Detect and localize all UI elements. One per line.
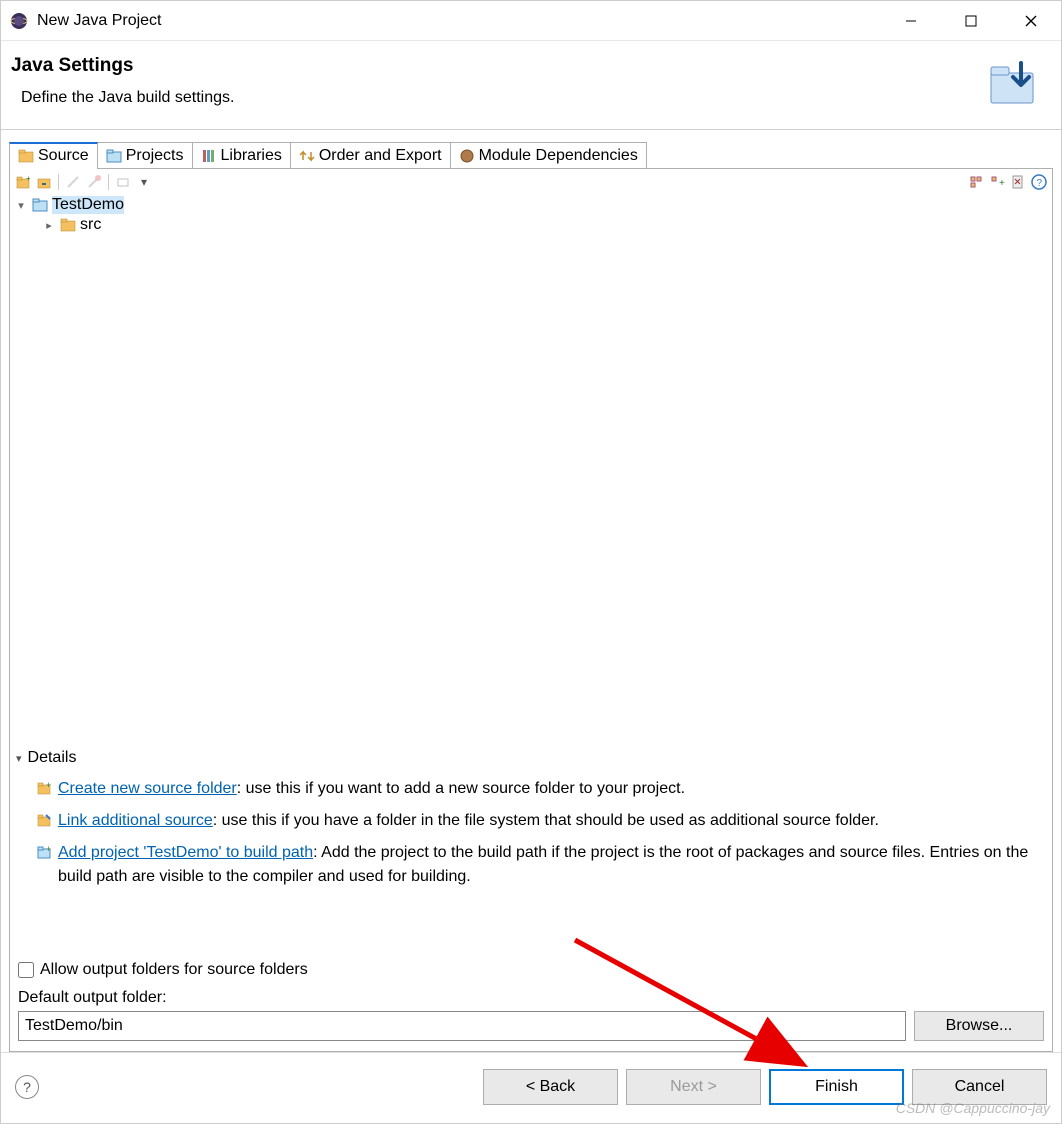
svg-text:+: + (26, 174, 31, 183)
details-section: ▾ Details + Create new source folder: us… (14, 745, 1048, 893)
page-title: Java Settings (11, 55, 981, 77)
toolbar-separator (108, 174, 109, 190)
add-project-buildpath-link[interactable]: Add project 'TestDemo' to build path (58, 844, 313, 861)
help-icon[interactable]: ? (1030, 173, 1048, 191)
tab-module-dependencies[interactable]: Module Dependencies (450, 142, 647, 168)
allow-output-folders-checkbox[interactable] (18, 962, 34, 978)
default-output-label: Default output folder: (14, 983, 1048, 1009)
chevron-down-icon[interactable]: ▾ (14, 199, 28, 212)
chevron-down-icon: ▾ (16, 752, 22, 765)
tab-label: Projects (126, 147, 184, 165)
toggle-button[interactable] (114, 173, 132, 191)
tab-label: Module Dependencies (479, 147, 638, 165)
eclipse-icon (9, 11, 29, 31)
tab-label: Order and Export (319, 147, 442, 165)
detail-create-source-folder: + Create new source folder: use this if … (16, 773, 1046, 805)
wizard-header: Java Settings Define the Java build sett… (1, 41, 1061, 130)
project-icon (32, 197, 48, 213)
order-export-icon (299, 148, 315, 164)
module-icon (459, 148, 475, 164)
details-toggle[interactable]: ▾ Details (16, 749, 1046, 767)
tree-label: src (80, 216, 101, 234)
watermark: CSDN @Cappuccino-jay (896, 1100, 1050, 1116)
link-source-icon (36, 812, 52, 828)
collapse-all-button[interactable]: + (988, 173, 1006, 191)
dropdown-icon[interactable]: ▾ (135, 173, 153, 191)
toolbar-separator (58, 174, 59, 190)
svg-text:?: ? (1037, 178, 1043, 189)
detail-link-additional-source: Link additional source: use this if you … (16, 805, 1046, 837)
tab-projects[interactable]: Projects (97, 142, 193, 168)
svg-text:+: + (999, 178, 1005, 189)
create-source-folder-link[interactable]: Create new source folder (58, 780, 237, 797)
maximize-button[interactable] (941, 1, 1001, 40)
svg-text:+: + (46, 780, 51, 790)
allow-output-folders-row: Allow output folders for source folders (14, 953, 1048, 983)
help-button[interactable]: ? (15, 1075, 39, 1099)
source-folder-icon (60, 217, 76, 233)
link-source-button[interactable] (35, 173, 53, 191)
default-output-row: Browse... (14, 1009, 1048, 1043)
new-source-folder-button[interactable]: + (14, 173, 32, 191)
source-folder-icon (18, 148, 34, 164)
tab-order-export[interactable]: Order and Export (290, 142, 451, 168)
tree-src-folder[interactable]: ▸ src (14, 215, 1048, 235)
chevron-right-icon[interactable]: ▸ (42, 219, 56, 232)
window-title: New Java Project (37, 12, 881, 30)
browse-button[interactable]: Browse... (914, 1011, 1044, 1041)
remove-button[interactable] (85, 173, 103, 191)
window-controls (881, 1, 1061, 40)
tree-project-root[interactable]: ▾ TestDemo (14, 195, 1048, 215)
add-project-icon: + (36, 844, 52, 860)
details-heading: Details (28, 749, 77, 767)
next-button[interactable]: Next > (626, 1069, 761, 1105)
wizard-banner-icon (981, 55, 1045, 111)
source-toolbar: + ▾ + ? (14, 171, 1048, 193)
svg-text:+: + (46, 844, 51, 854)
finish-button[interactable]: Finish (769, 1069, 904, 1105)
default-output-input[interactable] (18, 1011, 906, 1041)
source-tree[interactable]: ▾ TestDemo ▸ src (14, 193, 1048, 745)
detail-text: : use this if you have a folder in the f… (213, 812, 879, 829)
tab-libraries[interactable]: Libraries (192, 142, 291, 168)
tree-label: TestDemo (52, 196, 124, 214)
tab-bar: Source Projects Libraries Order and Expo… (9, 142, 1053, 169)
projects-icon (106, 148, 122, 164)
detail-add-project-buildpath: + Add project 'TestDemo' to build path: … (16, 837, 1046, 893)
titlebar: New Java Project (1, 1, 1061, 41)
clear-button[interactable] (1009, 173, 1027, 191)
detail-text: : use this if you want to add a new sour… (237, 780, 685, 797)
new-source-folder-icon: + (36, 780, 52, 796)
tab-label: Libraries (221, 147, 282, 165)
tab-content-source: + ▾ + ? ▾ TestDemo ▸ src ▾ Details + (9, 169, 1053, 1052)
tab-source[interactable]: Source (9, 142, 98, 168)
edit-button[interactable] (64, 173, 82, 191)
minimize-button[interactable] (881, 1, 941, 40)
tab-label: Source (38, 147, 89, 165)
expand-all-button[interactable] (967, 173, 985, 191)
libraries-icon (201, 148, 217, 164)
page-description: Define the Java build settings. (11, 89, 981, 107)
allow-output-folders-label[interactable]: Allow output folders for source folders (40, 961, 308, 979)
back-button[interactable]: < Back (483, 1069, 618, 1105)
link-additional-source-link[interactable]: Link additional source (58, 812, 213, 829)
close-button[interactable] (1001, 1, 1061, 40)
